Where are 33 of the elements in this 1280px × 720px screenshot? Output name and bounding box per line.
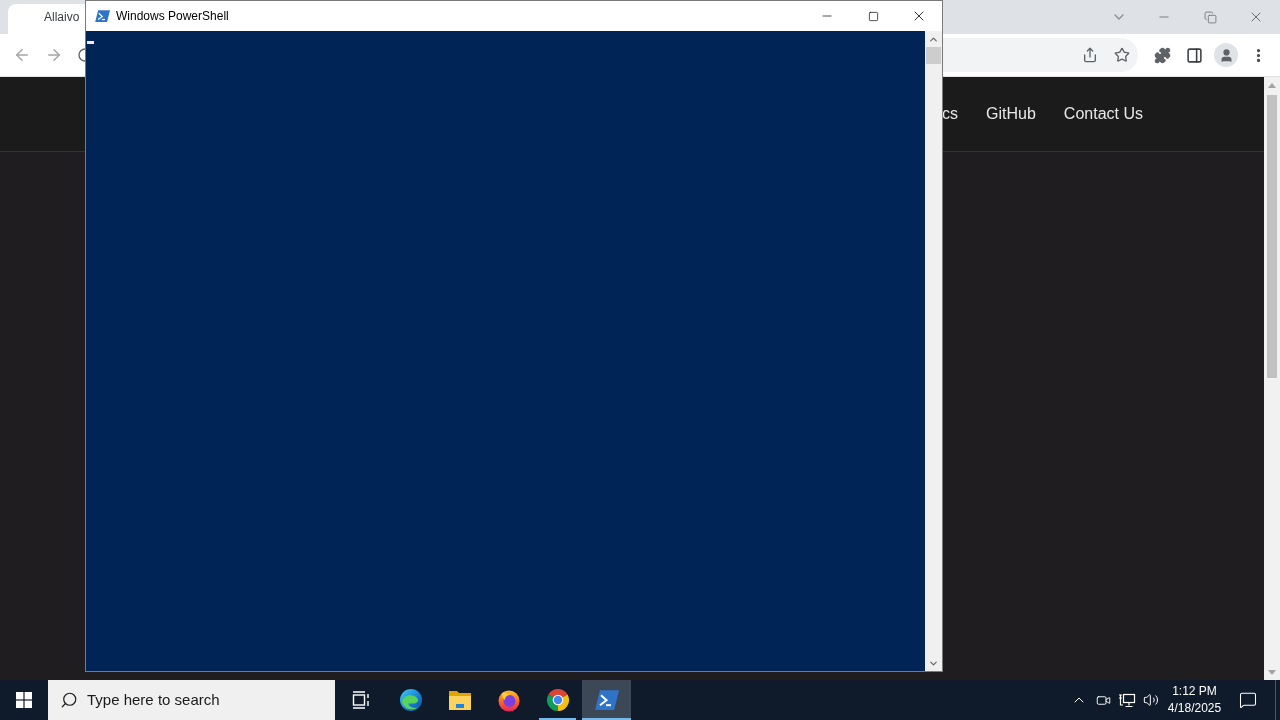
fox-globe-icon bbox=[496, 688, 521, 712]
terminal-prompt-icon bbox=[594, 689, 619, 711]
browser-tab[interactable]: Allaivo bbox=[8, 4, 85, 34]
window-title: Windows PowerShell bbox=[116, 8, 229, 25]
terminal-prompt-icon bbox=[95, 9, 110, 23]
windows-logo-icon[interactable] bbox=[16, 692, 32, 708]
ring-logo-icon bbox=[545, 688, 570, 712]
volume-icon[interactable] bbox=[1143, 692, 1159, 708]
nav-link[interactable]: GitHub bbox=[986, 102, 1036, 126]
star-icon[interactable] bbox=[1114, 47, 1130, 63]
side-panel-icon[interactable] bbox=[1185, 46, 1203, 64]
notification-icon[interactable] bbox=[1239, 691, 1257, 709]
console-scrollbar[interactable] bbox=[925, 31, 942, 671]
reload-icon[interactable] bbox=[77, 47, 85, 63]
search-field[interactable]: Type here to search bbox=[87, 688, 287, 712]
share-icon[interactable] bbox=[1082, 47, 1098, 63]
text-cursor-icon bbox=[87, 41, 94, 44]
folder-icon bbox=[447, 689, 472, 711]
swirl-logo-icon bbox=[398, 688, 423, 712]
scrollbar-thumb[interactable] bbox=[1267, 95, 1277, 378]
clock-time[interactable]: 1:12 PM bbox=[1172, 683, 1217, 700]
page-scrollbar[interactable] bbox=[1264, 77, 1280, 680]
nav-link[interactable]: Contact Us bbox=[1063, 102, 1143, 126]
search-bar[interactable]: Type here to search bbox=[48, 680, 335, 720]
nav-link[interactable]: cs bbox=[942, 102, 959, 126]
maximize-icon[interactable] bbox=[867, 10, 879, 22]
avatar-icon[interactable] bbox=[1214, 43, 1238, 67]
network-monitor-icon[interactable] bbox=[1118, 692, 1136, 708]
task-view-icon bbox=[350, 690, 371, 710]
scrollbar-thumb[interactable] bbox=[926, 47, 941, 64]
clock-date[interactable]: 4/18/2025 bbox=[1167, 700, 1222, 717]
search-icon bbox=[60, 691, 78, 709]
puzzle-icon[interactable] bbox=[1153, 46, 1171, 64]
